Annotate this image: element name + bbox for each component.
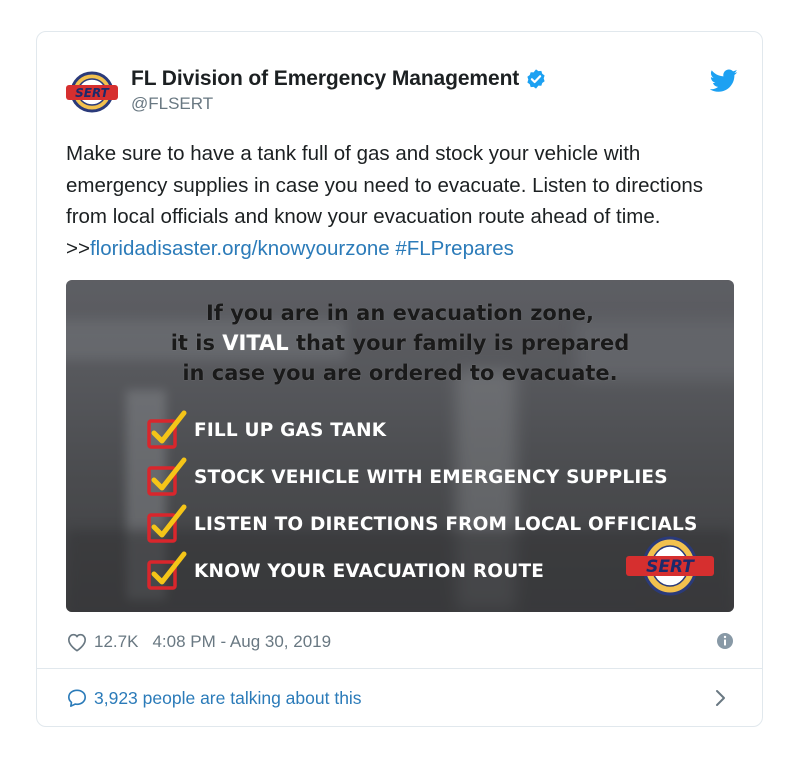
chevron-right-icon[interactable] — [714, 688, 728, 708]
account-handle[interactable]: @FLSERT — [131, 94, 547, 114]
heart-icon[interactable] — [66, 632, 88, 652]
seal-text: SERT — [646, 557, 695, 577]
tweet-text: Make sure to have a tank full of gas and… — [66, 138, 746, 264]
checklist-label: FILL UP GAS TANK — [194, 419, 387, 441]
checklist-item: KNOW YOUR EVACUATION ROUTE — [146, 549, 698, 593]
twitter-bird-icon[interactable] — [710, 69, 738, 93]
sert-logo-avatar[interactable]: SERT — [65, 70, 119, 114]
sert-seal-logo: SERT — [626, 536, 714, 596]
headline-line-2: it is VITAL that your family is prepared — [66, 328, 734, 358]
checkbox-checked-icon — [147, 551, 187, 590]
like-count[interactable]: 12.7K — [94, 632, 138, 652]
checklist-item: LISTEN TO DIRECTIONS FROM LOCAL OFFICIAL… — [146, 502, 698, 546]
account-identity: FL Division of Emergency Management @FLS… — [131, 67, 547, 114]
speech-bubble-icon — [68, 689, 86, 707]
headline-line-2-pre: it is — [170, 331, 223, 355]
checklist-label: KNOW YOUR EVACUATION ROUTE — [194, 560, 545, 582]
info-icon[interactable] — [716, 632, 734, 650]
talking-about-link[interactable]: 3,923 people are talking about this — [94, 688, 362, 709]
tweet-media-image[interactable]: If you are in an evacuation zone, it is … — [66, 280, 734, 612]
verified-badge-icon — [527, 69, 545, 89]
headline-vital: VITAL — [222, 331, 289, 355]
checkbox-checked-icon — [147, 457, 187, 496]
tweet-meta: 12.7K 4:08 PM - Aug 30, 2019 — [66, 630, 734, 654]
checklist-item: FILL UP GAS TANK — [146, 408, 698, 452]
checkbox-checked-icon — [147, 410, 187, 449]
tweet-card: SERT FL Division of Emergency Management… — [36, 31, 763, 727]
tweet-hashtag[interactable]: #FLPrepares — [395, 237, 514, 260]
checklist: FILL UP GAS TANK STOCK VEHICLE WITH EMER… — [146, 408, 698, 596]
avatar-logo-text: SERT — [75, 86, 110, 100]
checkbox-checked-icon — [147, 504, 187, 543]
headline-line-1: If you are in an evacuation zone, — [205, 301, 595, 325]
tweet-footer[interactable]: 3,923 people are talking about this — [66, 684, 734, 712]
media-headline: If you are in an evacuation zone, it is … — [66, 298, 734, 388]
checklist-item: STOCK VEHICLE WITH EMERGENCY SUPPLIES — [146, 455, 698, 499]
headline-line-2-post: that your family is prepared — [288, 331, 630, 355]
tweet-link[interactable]: floridadisaster.org/knowyourzone — [90, 237, 390, 260]
tweet-header: SERT FL Division of Emergency Management… — [65, 67, 742, 117]
tweet-timestamp[interactable]: 4:08 PM - Aug 30, 2019 — [152, 632, 331, 652]
headline-line-3: in case you are ordered to evacuate. — [182, 361, 618, 385]
checklist-label: STOCK VEHICLE WITH EMERGENCY SUPPLIES — [194, 466, 668, 488]
divider — [37, 668, 762, 669]
display-name[interactable]: FL Division of Emergency Management — [131, 67, 519, 91]
checklist-label: LISTEN TO DIRECTIONS FROM LOCAL OFFICIAL… — [194, 513, 698, 535]
